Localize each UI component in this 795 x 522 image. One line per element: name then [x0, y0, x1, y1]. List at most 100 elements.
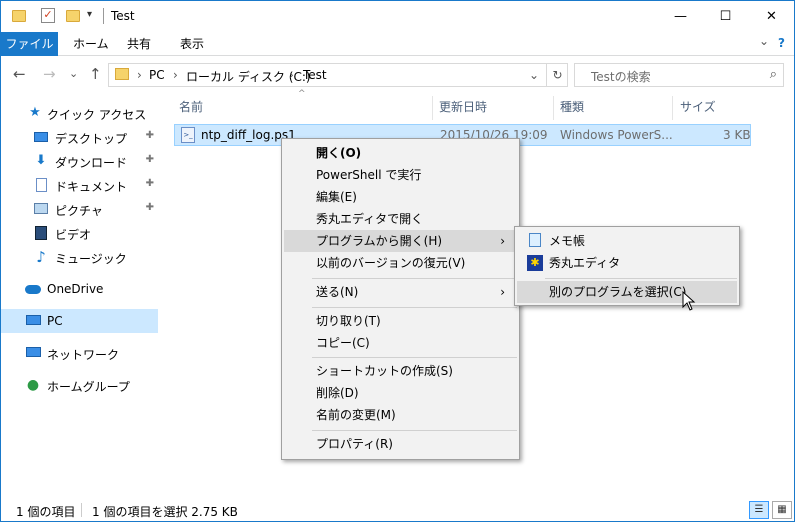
new-folder-icon[interactable]	[66, 10, 80, 22]
tab-file[interactable]: ファイル	[1, 32, 58, 56]
submenu-item-choose-program[interactable]: 別のプログラムを選択(C)	[517, 281, 737, 303]
sidebar-item-documents[interactable]: ドキュメント ✚	[1, 173, 158, 197]
status-bar: 1 個の項目 1 個の項目を選択 2.75 KB ☰ ▦	[1, 499, 794, 521]
menu-item-properties[interactable]: プロパティ(R)	[284, 433, 517, 455]
menu-item-copy[interactable]: コピー(C)	[284, 332, 517, 354]
folder-icon	[12, 10, 26, 22]
submenu-item-notepad[interactable]: メモ帳	[517, 230, 737, 252]
sidebar-item-label: ビデオ	[55, 228, 92, 242]
menu-separator	[312, 430, 517, 431]
column-header-size[interactable]: サイズ	[680, 98, 716, 115]
crumb-separator: ›	[173, 68, 178, 82]
help-icon[interactable]: ?	[778, 36, 785, 50]
menu-item-create-shortcut[interactable]: ショートカットの作成(S)	[284, 360, 517, 382]
navigation-pane: ★ クイック アクセス デスクトップ ✚ ⬇ ダウンロード ✚ ドキュメント ✚…	[1, 96, 159, 496]
sidebar-item-onedrive[interactable]: OneDrive	[1, 277, 158, 301]
videos-icon	[33, 225, 49, 241]
minimize-button[interactable]: —	[658, 1, 703, 31]
menu-item-open-hidemaru[interactable]: 秀丸エディタで開く	[284, 208, 517, 230]
sort-indicator-icon: ^	[298, 89, 306, 99]
column-divider[interactable]	[432, 96, 433, 120]
sidebar-item-pictures[interactable]: ピクチャ ✚	[1, 197, 158, 221]
menu-item-restore-versions[interactable]: 以前のバージョンの復元(V)	[284, 252, 517, 274]
sidebar-item-desktop[interactable]: デスクトップ ✚	[1, 125, 158, 149]
desktop-icon	[33, 129, 49, 145]
documents-icon	[33, 177, 49, 193]
menu-item-label: 秀丸エディタ	[549, 256, 621, 270]
sidebar-item-label: クイック アクセス	[47, 108, 147, 122]
back-button[interactable]: ←	[13, 65, 26, 83]
submenu-arrow-icon: ›	[500, 285, 505, 299]
column-header-type[interactable]: 種類	[560, 98, 584, 115]
download-icon: ⬇	[35, 153, 47, 168]
sidebar-item-quick-access[interactable]: ★ クイック アクセス	[1, 101, 158, 125]
status-divider	[81, 503, 82, 517]
breadcrumb-test[interactable]: Test	[303, 68, 327, 82]
pin-icon[interactable]: ✚	[146, 178, 154, 189]
qat-dropdown-icon[interactable]: ▾	[87, 9, 92, 20]
menu-item-delete[interactable]: 削除(D)	[284, 382, 517, 404]
pictures-icon	[33, 201, 49, 217]
properties-icon[interactable]: ✓	[41, 8, 55, 23]
sidebar-item-pc[interactable]: PC	[1, 309, 158, 333]
column-divider[interactable]	[672, 96, 673, 120]
selection-info: 1 個の項目を選択 2.75 KB	[92, 505, 238, 519]
close-button[interactable]: ✕	[749, 1, 794, 31]
menu-separator	[545, 278, 737, 279]
crumb-separator: ›	[137, 68, 142, 82]
pin-icon[interactable]: ✚	[146, 154, 154, 165]
notepad-icon	[527, 233, 543, 249]
item-count: 1 個の項目	[16, 505, 76, 519]
network-icon	[25, 345, 41, 361]
address-bar[interactable]: › PC › ローカル ディスク (C:) › Test ⌄ ↻	[108, 63, 568, 87]
sidebar-item-downloads[interactable]: ⬇ ダウンロード ✚	[1, 149, 158, 173]
column-divider[interactable]	[553, 96, 554, 120]
sidebar-item-label: ダウンロード	[55, 156, 128, 170]
large-icons-view-button[interactable]: ▦	[772, 501, 792, 519]
refresh-button[interactable]: ↻	[546, 64, 568, 86]
submenu-item-hidemaru[interactable]: ✱ 秀丸エディタ	[517, 252, 737, 274]
menu-item-edit[interactable]: 編集(E)	[284, 186, 517, 208]
maximize-button[interactable]: ☐	[703, 1, 748, 31]
recent-locations-button[interactable]: ⌄	[69, 67, 78, 80]
up-button[interactable]: ↑	[89, 65, 102, 83]
address-dropdown-button[interactable]: ⌄	[523, 64, 545, 86]
folder-icon	[115, 68, 129, 80]
window-title: Test	[111, 9, 135, 23]
search-icon[interactable]: ⌕	[770, 67, 777, 82]
tab-home[interactable]: ホーム	[61, 32, 121, 56]
breadcrumb-pc[interactable]: PC	[149, 68, 165, 82]
menu-item-send-to[interactable]: 送る(N) ›	[284, 281, 517, 303]
pin-icon[interactable]: ✚	[146, 130, 154, 141]
menu-separator	[312, 307, 517, 308]
title-separator	[103, 8, 104, 24]
file-size: 3 KB	[723, 128, 751, 142]
menu-item-open-with[interactable]: プログラムから開く(H) ›	[284, 230, 517, 252]
tab-view[interactable]: 表示	[168, 32, 216, 56]
ribbon-tabs: ファイル ホーム 共有 表示 ⌄ ?	[1, 32, 794, 56]
powershell-file-icon: >_	[181, 127, 195, 143]
sidebar-item-music[interactable]: ♪ ミュージック	[1, 245, 158, 269]
menu-item-run-powershell[interactable]: PowerShell で実行	[284, 164, 517, 186]
column-header-modified[interactable]: 更新日時	[439, 98, 487, 115]
search-box[interactable]: Testの検索 ⌕	[574, 63, 784, 87]
sidebar-item-network[interactable]: ネットワーク	[1, 341, 158, 365]
title-bar: ✓ ▾ Test — ☐ ✕	[1, 1, 794, 32]
menu-separator	[312, 357, 517, 358]
onedrive-icon	[25, 281, 41, 297]
menu-item-label: 送る(N)	[316, 285, 359, 299]
forward-button[interactable]: →	[43, 65, 56, 83]
details-view-button[interactable]: ☰	[749, 501, 769, 519]
menu-item-cut[interactable]: 切り取り(T)	[284, 310, 517, 332]
menu-item-rename[interactable]: 名前の変更(M)	[284, 404, 517, 426]
menu-item-label: プログラムから開く(H)	[316, 234, 443, 248]
ribbon-expand-icon[interactable]: ⌄	[759, 34, 769, 48]
star-icon: ★	[29, 105, 41, 120]
column-header-name[interactable]: 名前	[179, 98, 203, 115]
pin-icon[interactable]: ✚	[146, 202, 154, 213]
sidebar-item-videos[interactable]: ビデオ	[1, 221, 158, 245]
pc-icon	[25, 313, 41, 329]
sidebar-item-homegroup[interactable]: ● ホームグループ	[1, 373, 158, 397]
menu-item-open[interactable]: 開く(O)	[284, 142, 517, 164]
tab-share[interactable]: 共有	[115, 32, 163, 56]
